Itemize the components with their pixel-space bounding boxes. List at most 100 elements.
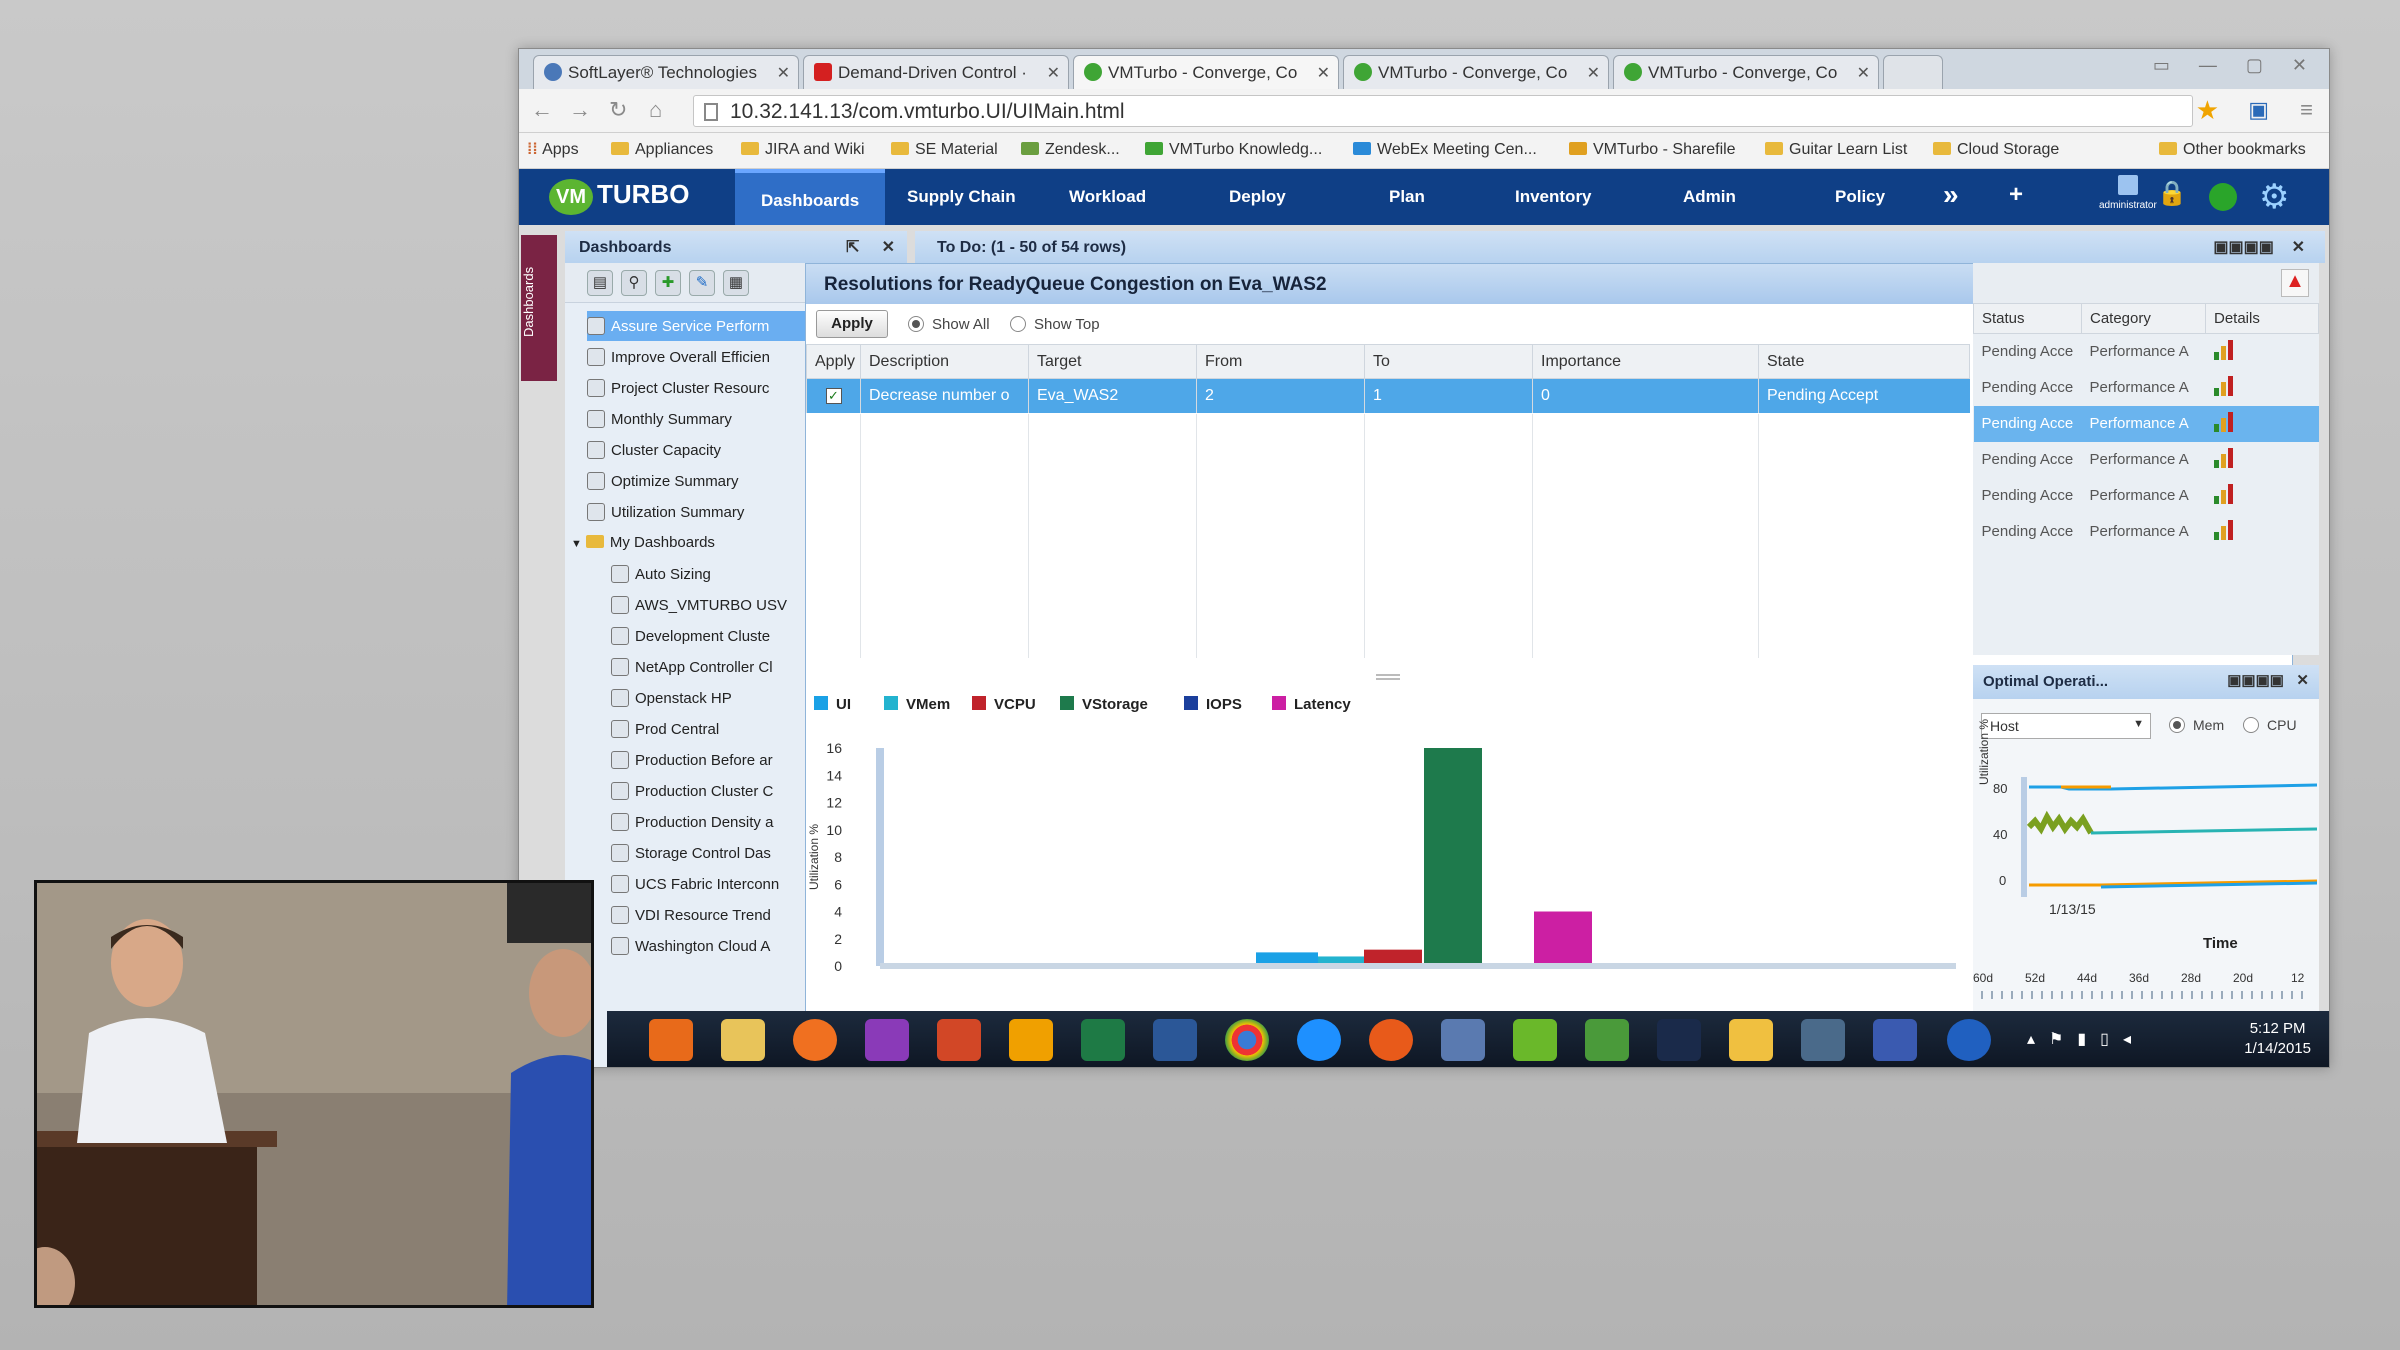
column-header[interactable]: To bbox=[1364, 344, 1533, 379]
snagit-icon[interactable] bbox=[793, 1019, 837, 1061]
dashboard-item[interactable]: Optimize Summary bbox=[587, 466, 739, 496]
details-chart-icon[interactable] bbox=[2213, 519, 2236, 540]
show-all-radio[interactable]: Show All bbox=[908, 316, 990, 333]
file-explorer-icon[interactable] bbox=[721, 1019, 765, 1061]
nav-inventory[interactable]: Inventory bbox=[1515, 187, 1592, 207]
dashboard-item[interactable]: Production Density a bbox=[611, 807, 773, 837]
word-icon[interactable] bbox=[1153, 1019, 1197, 1061]
apply-button[interactable]: Apply bbox=[816, 310, 888, 338]
filter-icon[interactable]: ⚲ bbox=[621, 270, 647, 296]
column-header[interactable]: Description bbox=[860, 344, 1029, 379]
details-chart-icon[interactable] bbox=[2213, 483, 2236, 504]
details-chart-icon[interactable] bbox=[2213, 411, 2236, 432]
time-slider[interactable] bbox=[1981, 991, 2311, 999]
user-menu[interactable]: administrator bbox=[2099, 175, 2157, 211]
add-icon[interactable]: + bbox=[2009, 181, 2023, 209]
monitor-app-icon[interactable] bbox=[1873, 1019, 1917, 1061]
alert-icon[interactable]: ▲ bbox=[2281, 269, 2309, 297]
dashboard-item[interactable]: Project Cluster Resourc bbox=[587, 373, 769, 403]
bookmark-star-icon[interactable]: ★ bbox=[2196, 95, 2219, 126]
show-top-radio[interactable]: Show Top bbox=[1010, 316, 1100, 333]
column-header[interactable]: Status bbox=[1973, 303, 2082, 334]
nav-workload[interactable]: Workload bbox=[1069, 187, 1146, 207]
todo-panel-controls[interactable]: ▣▣▣▣ ✕ bbox=[2213, 237, 2305, 257]
optimal-panel-controls[interactable]: ▣▣▣▣ ✕ bbox=[2227, 671, 2309, 689]
remote-desktop-icon[interactable] bbox=[1441, 1019, 1485, 1061]
bookmark-zendesk[interactable]: Zendesk... bbox=[1021, 141, 1120, 159]
bookmark-knowledge[interactable]: VMTurbo Knowledg... bbox=[1145, 141, 1322, 159]
nav-admin[interactable]: Admin bbox=[1683, 187, 1736, 207]
dashboard-item[interactable]: Washington Cloud A bbox=[611, 931, 770, 961]
dashboard-item[interactable]: Development Cluste bbox=[611, 621, 770, 651]
side-tab-dashboards[interactable]: Dashboards bbox=[521, 235, 557, 381]
dashboard-item[interactable]: Openstack HP bbox=[611, 683, 732, 713]
dashboard-item[interactable]: Assure Service Perform bbox=[587, 311, 805, 341]
powerpoint-icon[interactable] bbox=[937, 1019, 981, 1061]
apply-checkbox[interactable]: ✓ bbox=[825, 387, 842, 404]
address-bar[interactable]: 10.32.141.13/com.vmturbo.UI/UIMain.html bbox=[693, 95, 2193, 127]
table-row[interactable]: Pending Acce Performance A bbox=[1974, 370, 2319, 406]
tab-softlayer[interactable]: SoftLayer® Technologies ✕ bbox=[533, 55, 799, 89]
print-icon[interactable]: ▤ bbox=[587, 270, 613, 296]
column-header[interactable]: Apply bbox=[806, 344, 861, 379]
menu-icon[interactable]: ≡ bbox=[2300, 97, 2313, 123]
details-chart-icon[interactable] bbox=[2213, 375, 2236, 396]
chevron-down-icon[interactable]: ▼ bbox=[571, 538, 582, 550]
dashboard-item[interactable]: NetApp Controller Cl bbox=[611, 652, 773, 682]
bookmark-cloud-storage[interactable]: Cloud Storage bbox=[1933, 141, 2059, 159]
column-header[interactable]: Target bbox=[1028, 344, 1197, 379]
dashboard-item[interactable]: AWS_VMTURBO USV bbox=[611, 590, 787, 620]
details-chart-icon[interactable] bbox=[2213, 339, 2236, 360]
save-icon[interactable]: ▦ bbox=[723, 270, 749, 296]
firefox-icon[interactable] bbox=[1369, 1019, 1413, 1061]
dashboard-item[interactable]: Production Before ar bbox=[611, 745, 773, 775]
nav-deploy[interactable]: Deploy bbox=[1229, 187, 1286, 207]
tab-vmturbo-2[interactable]: VMTurbo - Converge, Co ✕ bbox=[1343, 55, 1609, 89]
forward-icon[interactable]: → bbox=[569, 97, 591, 123]
bookmark-sharefile[interactable]: VMTurbo - Sharefile bbox=[1569, 141, 1736, 159]
nav-plan[interactable]: Plan bbox=[1389, 187, 1425, 207]
dashboard-item[interactable]: Utilization Summary bbox=[587, 497, 744, 527]
close-icon[interactable]: ✕ bbox=[1047, 63, 1060, 83]
help-icon[interactable] bbox=[1947, 1019, 1991, 1061]
table-row[interactable]: Pending Acce Performance A bbox=[1974, 334, 2319, 370]
dashboard-item[interactable]: Prod Central bbox=[611, 714, 719, 744]
table-row[interactable]: ✓ Decrease number o Eva_WAS2 2 1 0 Pendi… bbox=[806, 378, 1970, 413]
bookmark-guitar[interactable]: Guitar Learn List bbox=[1765, 141, 1907, 159]
dashboard-item[interactable]: Production Cluster C bbox=[611, 776, 773, 806]
dashboard-item[interactable]: Cluster Capacity bbox=[587, 435, 721, 465]
gear-icon[interactable]: ⚙ bbox=[2259, 177, 2289, 217]
entity-select[interactable]: Host ▼ bbox=[1981, 713, 2151, 739]
vsphere-icon[interactable] bbox=[1513, 1019, 1557, 1061]
bookmark-se-material[interactable]: SE Material bbox=[891, 141, 998, 159]
dashboard-item[interactable]: UCS Fabric Interconn bbox=[611, 869, 779, 899]
cpu-radio[interactable]: CPU bbox=[2243, 717, 2297, 733]
clock[interactable]: 5:12 PM 1/14/2015 bbox=[2244, 1019, 2311, 1059]
steam-icon[interactable] bbox=[1657, 1019, 1701, 1061]
dashboard-item[interactable]: Improve Overall Efficien bbox=[587, 342, 770, 372]
column-header[interactable]: Importance bbox=[1532, 344, 1759, 379]
panel-controls[interactable]: ⇱ ✕ bbox=[846, 237, 895, 257]
close-icon[interactable]: ✕ bbox=[1587, 63, 1600, 83]
outlook-icon[interactable] bbox=[1009, 1019, 1053, 1061]
column-header[interactable]: State bbox=[1758, 344, 1970, 379]
chrome-icon[interactable] bbox=[1225, 1019, 1269, 1061]
dashboard-item[interactable]: VDI Resource Trend bbox=[611, 900, 771, 930]
mem-radio[interactable]: Mem bbox=[2169, 717, 2224, 733]
table-row[interactable]: Pending Acce Performance A bbox=[1973, 405, 2319, 442]
close-icon[interactable]: ✕ bbox=[777, 63, 790, 83]
extension-icon[interactable]: ▣ bbox=[2248, 97, 2269, 123]
bookmark-jira[interactable]: JIRA and Wiki bbox=[741, 141, 865, 159]
chart-app-icon[interactable] bbox=[1585, 1019, 1629, 1061]
lock-icon[interactable]: 🔒 bbox=[2157, 179, 2187, 208]
bookmark-other[interactable]: Other bookmarks bbox=[2159, 141, 2306, 159]
bookmark-appliances[interactable]: Appliances bbox=[611, 141, 713, 159]
back-icon[interactable]: ← bbox=[531, 97, 553, 123]
tab-vmturbo-1[interactable]: VMTurbo - Converge, Co ✕ bbox=[1073, 55, 1339, 89]
dashboard-item[interactable]: Storage Control Das bbox=[611, 838, 771, 868]
excel-icon[interactable] bbox=[1081, 1019, 1125, 1061]
close-icon[interactable]: ✕ bbox=[1857, 63, 1870, 83]
tab-vmturbo-3[interactable]: VMTurbo - Converge, Co ✕ bbox=[1613, 55, 1879, 89]
column-header[interactable]: From bbox=[1196, 344, 1365, 379]
splitter-handle[interactable] bbox=[1376, 674, 1400, 680]
